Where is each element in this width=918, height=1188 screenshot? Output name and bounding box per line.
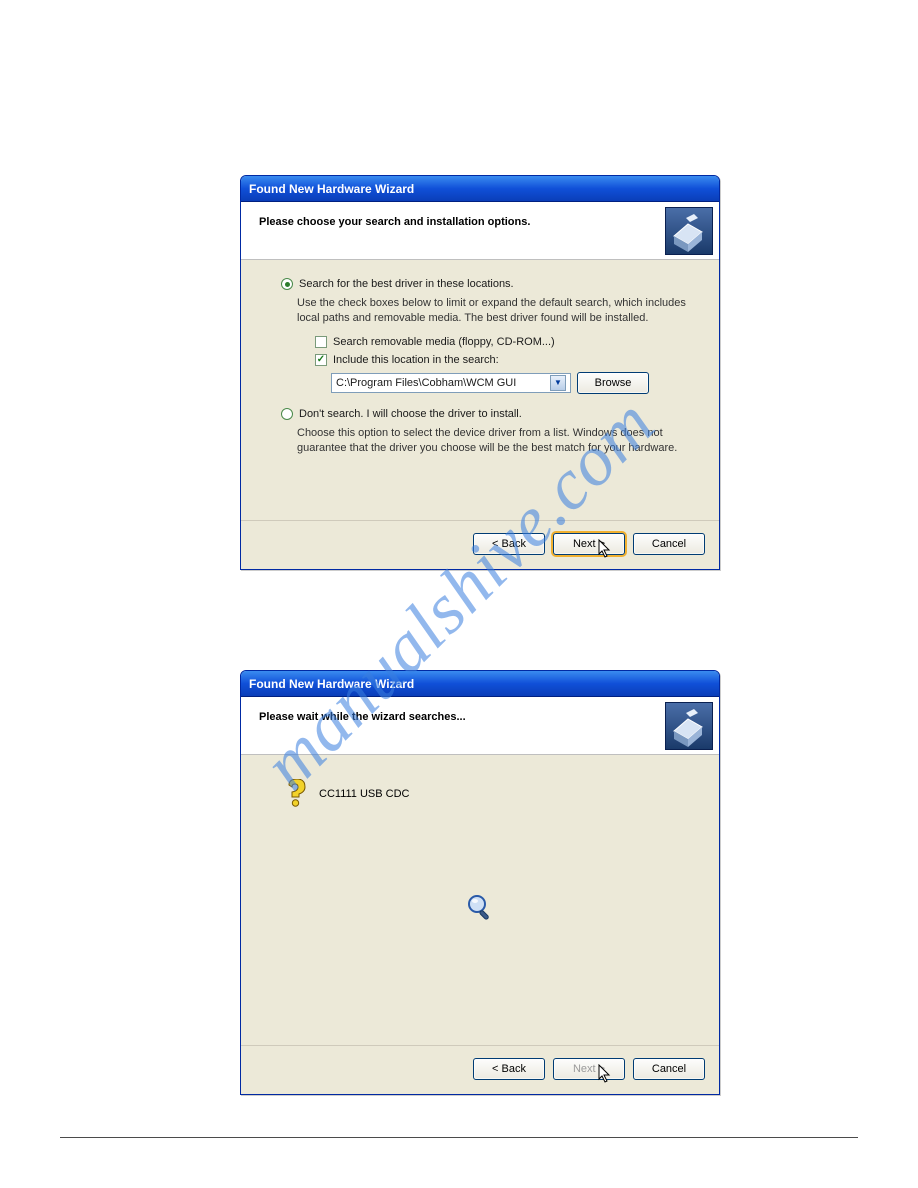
checkbox-removable-media[interactable]: Search removable media (floppy, CD-ROM..…	[315, 336, 691, 348]
hardware-wizard-options-dialog: Found New Hardware Wizard Please choose …	[240, 175, 720, 570]
back-button[interactable]: < Back	[473, 1058, 545, 1080]
checkbox-label: Search removable media (floppy, CD-ROM..…	[333, 336, 555, 348]
dialog-headline: Please choose your search and installati…	[259, 216, 703, 228]
radio-icon	[281, 278, 293, 290]
next-button: Next >	[553, 1058, 625, 1080]
radio-search-best[interactable]: Search for the best driver in these loca…	[281, 278, 691, 290]
chevron-down-icon: ▼	[550, 375, 566, 391]
hardware-icon	[665, 702, 713, 750]
dialog-button-row: < Back Next > Cancel	[241, 520, 719, 569]
hardware-wizard-searching-dialog: Found New Hardware Wizard Please wait wh…	[240, 670, 720, 1095]
browse-button[interactable]: Browse	[577, 372, 649, 394]
dialog-button-row: < Back Next > Cancel	[241, 1045, 719, 1094]
dialog-header: Please choose your search and installati…	[241, 202, 719, 260]
checkbox-icon	[315, 336, 327, 348]
location-path-combo[interactable]: C:\Program Files\Cobham\WCM GUI ▼	[331, 373, 571, 393]
magnifier-icon	[465, 892, 495, 922]
radio-icon	[281, 408, 293, 420]
dialog-body: Search for the best driver in these loca…	[241, 260, 719, 520]
radio-label: Don't search. I will choose the driver t…	[299, 408, 522, 420]
device-name: CC1111 USB CDC	[319, 788, 409, 800]
next-button[interactable]: Next >	[553, 533, 625, 555]
radio-label: Search for the best driver in these loca…	[299, 278, 514, 290]
cursor-icon	[598, 1064, 612, 1084]
dialog-title: Found New Hardware Wizard	[241, 176, 719, 202]
combo-value: C:\Program Files\Cobham\WCM GUI	[336, 377, 516, 389]
checkbox-include-location[interactable]: Include this location in the search:	[315, 354, 691, 366]
cancel-button[interactable]: Cancel	[633, 533, 705, 555]
search-description: Use the check boxes below to limit or ex…	[297, 296, 691, 326]
checkbox-label: Include this location in the search:	[333, 354, 499, 366]
cursor-icon	[598, 539, 612, 559]
radio-dont-search[interactable]: Don't search. I will choose the driver t…	[281, 408, 691, 420]
dialog-title: Found New Hardware Wizard	[241, 671, 719, 697]
hardware-icon	[665, 207, 713, 255]
back-button[interactable]: < Back	[473, 533, 545, 555]
dialog-headline: Please wait while the wizard searches...	[259, 711, 703, 723]
question-icon	[281, 779, 309, 809]
cancel-button[interactable]: Cancel	[633, 1058, 705, 1080]
checkbox-icon	[315, 354, 327, 366]
dialog-body: CC1111 USB CDC	[241, 755, 719, 1045]
dont-search-description: Choose this option to select the device …	[297, 426, 691, 456]
device-item: CC1111 USB CDC	[281, 779, 691, 809]
dialog-header: Please wait while the wizard searches...	[241, 697, 719, 755]
